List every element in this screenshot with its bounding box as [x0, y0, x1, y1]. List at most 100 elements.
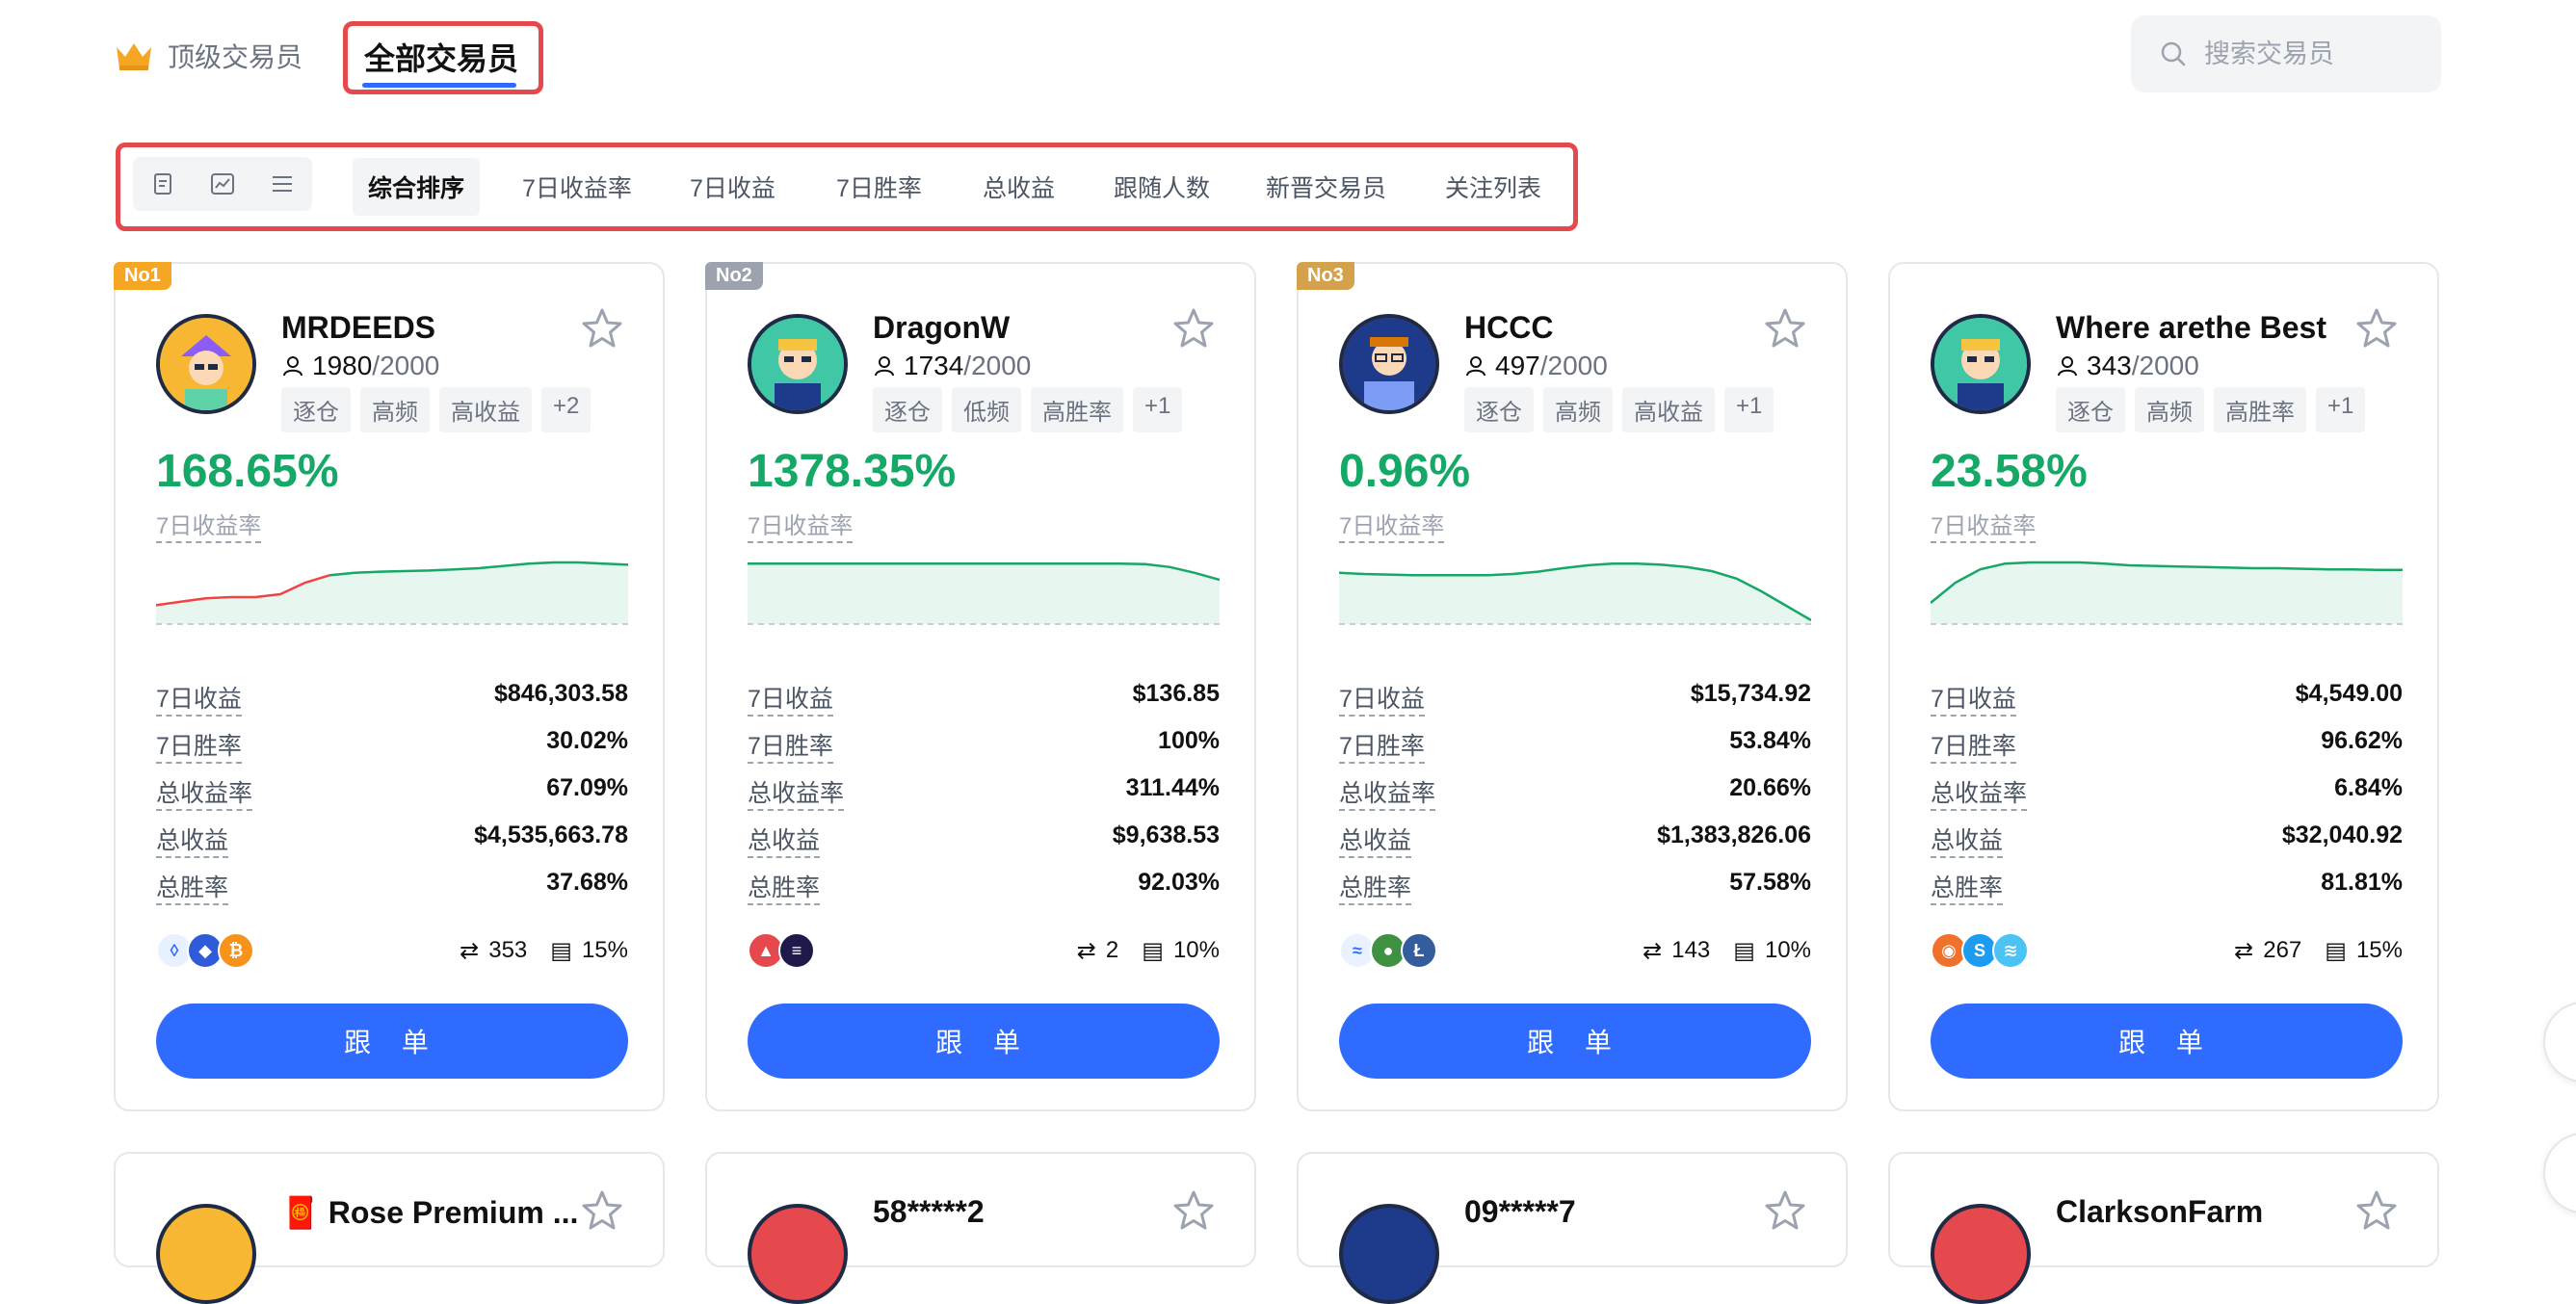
favorite-star-icon[interactable] — [1171, 306, 1216, 351]
stat-value: $32,040.92 — [2281, 822, 2403, 848]
followers-current: 1980 — [312, 351, 373, 380]
roi-value: 0.96% — [1339, 446, 1471, 497]
stat-row-total-roi: 总收益率 6.84% — [1931, 774, 2403, 811]
favorite-star-icon[interactable] — [1763, 1188, 1807, 1233]
trader-name[interactable]: DragonW — [873, 310, 1010, 346]
coin-list: ◊ ◆ ₿ — [156, 932, 254, 969]
sort-tab-7d-roi[interactable]: 7日收益率 — [522, 170, 632, 204]
profit-share: 10% — [1764, 937, 1811, 963]
stat-row-total-winrate: 总胜率 81.81% — [1931, 869, 2403, 905]
sort-tab-overall[interactable]: 综合排序 — [353, 158, 481, 216]
favorite-star-icon[interactable] — [2354, 1188, 2399, 1233]
avatar — [748, 1204, 848, 1304]
favorite-star-icon[interactable] — [580, 1188, 624, 1233]
card-view-icon[interactable] — [144, 165, 182, 203]
avatar — [1339, 1204, 1439, 1304]
tab-top-traders[interactable]: 顶级交易员 — [114, 37, 302, 75]
trade-count: 2 — [1105, 937, 1119, 963]
stat-label: 总胜率 — [1339, 869, 1412, 905]
search-icon — [2161, 41, 2186, 66]
profit-share: 10% — [1172, 937, 1220, 963]
view-mode-toggle — [133, 157, 312, 211]
trader-card[interactable]: 🧧 Rose Premium ... — [114, 1152, 665, 1304]
stat-row-7d-winrate: 7日胜率 30.02% — [156, 727, 628, 764]
stat-value: 20.66% — [1729, 774, 1811, 801]
trader-name[interactable]: MRDEEDS — [281, 310, 435, 346]
stat-label: 总收益 — [1931, 822, 2004, 858]
trader-card[interactable]: Where arethe Best 343/2000 逐仓 高频 高胜率 +1 … — [1888, 262, 2439, 1111]
follow-button[interactable]: 跟 单 — [156, 1004, 628, 1079]
floating-action-button[interactable] — [2543, 1002, 2576, 1082]
tag: 高收益 — [1622, 387, 1715, 432]
search-input[interactable] — [2202, 38, 2437, 70]
trader-name[interactable]: 58*****2 — [873, 1194, 985, 1230]
trader-card[interactable]: ClarksonFarm — [1888, 1152, 2439, 1304]
followers-sep: / — [963, 351, 972, 380]
stat-row-7d-pnl: 7日收益 $846,303.58 — [156, 680, 628, 717]
trader-name[interactable]: ClarksonFarm — [2056, 1194, 2263, 1230]
trader-name[interactable]: Where arethe Best — [2056, 310, 2326, 346]
stat-value: 100% — [1158, 727, 1220, 754]
stat-value: 67.09% — [546, 774, 628, 801]
favorite-star-icon[interactable] — [1763, 306, 1807, 351]
followers-sep: / — [2131, 351, 2140, 380]
stat-value: 92.03% — [1138, 869, 1220, 896]
trader-card[interactable]: No2 DragonW 1734/2000 逐仓 低频 高胜率 +1 1378.… — [705, 262, 1256, 1111]
tag-more[interactable]: +1 — [1133, 387, 1183, 432]
sort-tab-new-traders[interactable]: 新晋交易员 — [1266, 170, 1386, 204]
trader-name[interactable]: 09*****7 — [1464, 1194, 1576, 1230]
followers-max: 2000 — [971, 351, 1032, 380]
followers-current: 343 — [2087, 351, 2132, 380]
stat-row-total-roi: 总收益率 20.66% — [1339, 774, 1811, 811]
stat-label: 7日收益 — [1339, 680, 1425, 717]
trader-card[interactable]: 58*****2 — [705, 1152, 1256, 1304]
stat-label: 7日胜率 — [1339, 727, 1425, 764]
trader-card[interactable]: No1 MRDEEDS 1980/2000 逐仓 高频 高收益 +2 168.6… — [114, 262, 665, 1111]
roi-sparkline — [1931, 561, 2403, 625]
sort-tab-followers[interactable]: 跟随人数 — [1114, 170, 1210, 204]
stat-row-total-pnl: 总收益 $1,383,826.06 — [1339, 822, 1811, 858]
favorite-star-icon[interactable] — [2354, 306, 2399, 351]
follow-button[interactable]: 跟 单 — [1931, 1004, 2403, 1079]
trader-card[interactable]: No3 HCCC 497/2000 逐仓 高频 高收益 +1 0.96% 7日收… — [1297, 262, 1848, 1111]
stat-label: 总胜率 — [1931, 869, 2004, 905]
trader-card[interactable]: 09*****7 — [1297, 1152, 1848, 1304]
stat-label: 总收益率 — [156, 774, 253, 811]
follower-count: 1734/2000 — [873, 351, 1031, 381]
trader-name[interactable]: 🧧 Rose Premium ... — [281, 1194, 578, 1231]
follow-button[interactable]: 跟 单 — [748, 1004, 1220, 1079]
roi-value: 1378.35% — [748, 446, 957, 497]
stat-label: 总收益率 — [1931, 774, 2028, 811]
tab-all-traders[interactable]: 全部交易员 — [364, 35, 518, 79]
floating-support-button[interactable] — [2543, 1133, 2576, 1213]
sparkline-area — [748, 563, 1220, 624]
tag-more[interactable]: +2 — [541, 387, 591, 432]
tag-more[interactable]: +1 — [2316, 387, 2366, 432]
roi-value: 23.58% — [1931, 446, 2088, 497]
followers-current: 1734 — [904, 351, 964, 380]
list-view-icon[interactable] — [263, 165, 302, 203]
followers-max: 2000 — [2139, 351, 2199, 380]
sort-tab-watchlist[interactable]: 关注列表 — [1445, 170, 1541, 204]
tab-top-traders-label: 顶级交易员 — [168, 42, 303, 72]
stat-row-total-roi: 总收益率 311.44% — [748, 774, 1220, 811]
sort-tab-total-pnl[interactable]: 总收益 — [983, 170, 1055, 204]
sparkline-area — [1339, 563, 1811, 624]
tag-list: 逐仓 高频 高收益 +2 — [281, 387, 591, 432]
trader-name[interactable]: HCCC — [1464, 310, 1553, 346]
stat-label: 7日胜率 — [1931, 727, 2016, 764]
chart-view-icon[interactable] — [203, 165, 242, 203]
favorite-star-icon[interactable] — [580, 306, 624, 351]
stat-row-7d-pnl: 7日收益 $15,734.92 — [1339, 680, 1811, 717]
followers-max: 2000 — [1547, 351, 1608, 380]
avatar — [1931, 314, 2031, 414]
stat-label: 总胜率 — [748, 869, 821, 905]
tag-more[interactable]: +1 — [1724, 387, 1774, 432]
follow-button[interactable]: 跟 单 — [1339, 1004, 1811, 1079]
search-box[interactable] — [2131, 15, 2441, 92]
sort-tab-7d-pnl[interactable]: 7日收益 — [690, 170, 775, 204]
tag-list: 逐仓 低频 高胜率 +1 — [873, 387, 1183, 432]
favorite-star-icon[interactable] — [1171, 1188, 1216, 1233]
sort-tab-7d-winrate[interactable]: 7日胜率 — [836, 170, 922, 204]
rank-badge: No1 — [114, 262, 171, 290]
